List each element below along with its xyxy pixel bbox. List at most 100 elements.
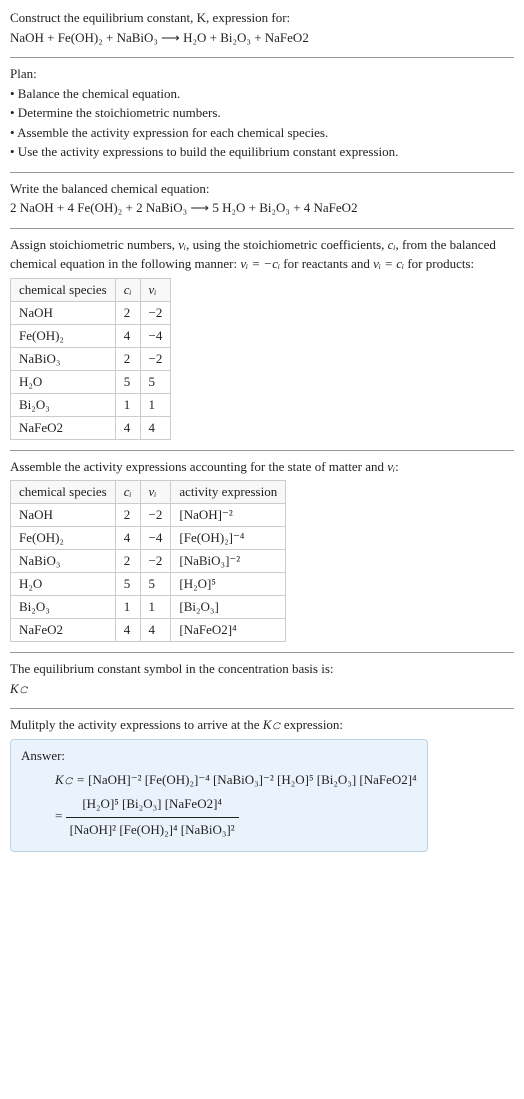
balanced-equation: 2 NaOH + 4 Fe(OH)₂ + 2 NaBiO₃ ⟶ 5 H₂O + …: [10, 198, 514, 218]
cell: 4: [115, 619, 140, 642]
kc-symbol-text: The equilibrium constant symbol in the c…: [10, 659, 514, 679]
plan-item: • Balance the chemical equation.: [10, 84, 514, 104]
cell: NaBiO₃: [11, 550, 116, 573]
cell: 4: [140, 619, 171, 642]
table-row: H₂O55[H₂O]⁵: [11, 573, 286, 596]
intro-title: Construct the equilibrium constant, K, e…: [10, 8, 514, 28]
activity-section: Assemble the activity expressions accoun…: [10, 450, 514, 653]
kc-symbol-section: The equilibrium constant symbol in the c…: [10, 652, 514, 708]
stoich-text: for products:: [404, 256, 474, 271]
balanced-section: Write the balanced chemical equation: 2 …: [10, 172, 514, 228]
cell: −4: [140, 324, 171, 347]
table-row: Fe(OH)₂4−4[Fe(OH)₂]⁻⁴: [11, 527, 286, 550]
table-header-row: chemical species cᵢ νᵢ activity expressi…: [11, 481, 286, 504]
table-row: Bi₂O₃11: [11, 393, 171, 416]
cell: 2: [115, 347, 140, 370]
cell: 2: [115, 504, 140, 527]
plan-item: • Use the activity expressions to build …: [10, 142, 514, 162]
col-species: chemical species: [11, 278, 116, 301]
cell: −4: [140, 527, 171, 550]
final-kc: K𝚌: [263, 717, 281, 732]
stoich-text: , using the stoichiometric coefficients,: [186, 237, 388, 252]
cell: −2: [140, 347, 171, 370]
activity-text: :: [395, 459, 399, 474]
cell: [NaBiO₃]⁻²: [171, 550, 286, 573]
table-row: Bi₂O₃11[Bi₂O₃]: [11, 596, 286, 619]
cell: 5: [115, 573, 140, 596]
col-nu: νᵢ: [140, 278, 171, 301]
cell: Fe(OH)₂: [11, 527, 116, 550]
cell: 4: [115, 416, 140, 439]
col-ci: cᵢ: [115, 481, 140, 504]
cell: Bi₂O₃: [11, 596, 116, 619]
kc-lhs: K𝚌 =: [55, 772, 88, 787]
cell: NaFeO2: [11, 619, 116, 642]
cell: −2: [140, 504, 171, 527]
cell: 4: [115, 324, 140, 347]
kc-denominator: [NaOH]² [Fe(OH)₂]⁴ [NaBiO₃]²: [66, 818, 239, 843]
final-text: expression:: [281, 717, 343, 732]
answer-expression: K𝚌 = [NaOH]⁻² [Fe(OH)₂]⁻⁴ [NaBiO₃]⁻² [H₂…: [55, 768, 417, 843]
balanced-heading: Write the balanced chemical equation:: [10, 179, 514, 199]
kc-symbol: K𝚌: [10, 679, 514, 699]
cell: NaBiO₃: [11, 347, 116, 370]
stoich-ci: cᵢ: [388, 237, 396, 252]
activity-nu: νᵢ: [387, 459, 395, 474]
cell: [H₂O]⁵: [171, 573, 286, 596]
col-species: chemical species: [11, 481, 116, 504]
table-row: NaFeO244: [11, 416, 171, 439]
plan-item: • Assemble the activity expression for e…: [10, 123, 514, 143]
cell: NaOH: [11, 301, 116, 324]
intro-section: Construct the equilibrium constant, K, e…: [10, 8, 514, 57]
table-row: NaOH2−2[NaOH]⁻²: [11, 504, 286, 527]
intro-equation: NaOH + Fe(OH)₂ + NaBiO₃ ⟶ H₂O + Bi₂O₃ + …: [10, 28, 514, 48]
col-activity: activity expression: [171, 481, 286, 504]
activity-intro: Assemble the activity expressions accoun…: [10, 457, 514, 477]
cell: 1: [115, 596, 140, 619]
plan-heading: Plan:: [10, 64, 514, 84]
kc-numerator: [H₂O]⁵ [Bi₂O₃] [NaFeO2]⁴: [66, 792, 239, 818]
table-row: Fe(OH)₂4−4: [11, 324, 171, 347]
cell: NaFeO2: [11, 416, 116, 439]
cell: 4: [115, 527, 140, 550]
final-text: Mulitply the activity expressions to arr…: [10, 717, 263, 732]
kc-eq: =: [55, 808, 66, 823]
col-ci: cᵢ: [115, 278, 140, 301]
stoich-nu: νᵢ: [178, 237, 186, 252]
cell: Bi₂O₃: [11, 393, 116, 416]
activity-text: Assemble the activity expressions accoun…: [10, 459, 387, 474]
cell: Fe(OH)₂: [11, 324, 116, 347]
cell: 5: [140, 573, 171, 596]
cell: −2: [140, 550, 171, 573]
cell: 1: [140, 393, 171, 416]
cell: −2: [140, 301, 171, 324]
cell: H₂O: [11, 370, 116, 393]
cell: [NaFeO2]⁴: [171, 619, 286, 642]
stoich-rule-r: νᵢ = −cᵢ: [240, 256, 280, 271]
cell: 4: [140, 416, 171, 439]
cell: 1: [115, 393, 140, 416]
kc-fraction: [H₂O]⁵ [Bi₂O₃] [NaFeO2]⁴ [NaOH]² [Fe(OH)…: [66, 792, 239, 842]
answer-box: Answer: K𝚌 = [NaOH]⁻² [Fe(OH)₂]⁻⁴ [NaBiO…: [10, 739, 428, 852]
cell: 5: [115, 370, 140, 393]
activity-table: chemical species cᵢ νᵢ activity expressi…: [10, 480, 286, 642]
table-row: NaBiO₃2−2[NaBiO₃]⁻²: [11, 550, 286, 573]
final-section: Mulitply the activity expressions to arr…: [10, 708, 514, 862]
cell: 2: [115, 301, 140, 324]
col-nu: νᵢ: [140, 481, 171, 504]
answer-label: Answer:: [21, 748, 417, 764]
stoich-rule-p: νᵢ = cᵢ: [373, 256, 404, 271]
table-row: NaBiO₃2−2: [11, 347, 171, 370]
stoich-section: Assign stoichiometric numbers, νᵢ, using…: [10, 228, 514, 450]
cell: 5: [140, 370, 171, 393]
cell: [NaOH]⁻²: [171, 504, 286, 527]
stoich-text: Assign stoichiometric numbers,: [10, 237, 178, 252]
cell: [Bi₂O₃]: [171, 596, 286, 619]
table-row: H₂O55: [11, 370, 171, 393]
plan-section: Plan: • Balance the chemical equation. •…: [10, 57, 514, 172]
stoich-text: for reactants and: [280, 256, 373, 271]
plan-item: • Determine the stoichiometric numbers.: [10, 103, 514, 123]
cell: NaOH: [11, 504, 116, 527]
cell: [Fe(OH)₂]⁻⁴: [171, 527, 286, 550]
stoich-table: chemical species cᵢ νᵢ NaOH2−2 Fe(OH)₂4−…: [10, 278, 171, 440]
